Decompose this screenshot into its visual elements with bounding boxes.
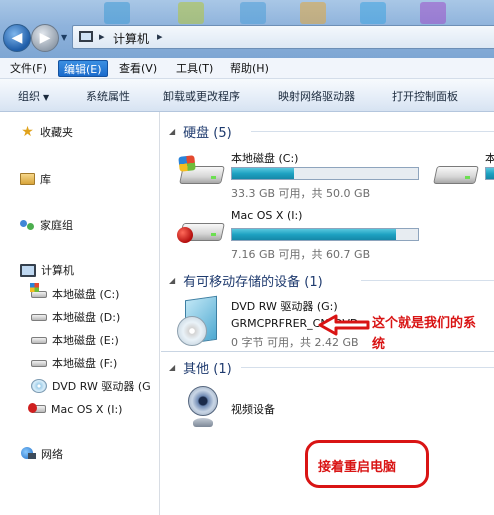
nav-drive-f[interactable]: 本地磁盘 (F:) bbox=[31, 354, 117, 372]
group-divider bbox=[251, 131, 494, 132]
system-properties-button[interactable]: 系统属性 bbox=[86, 88, 130, 104]
annotation-arrow-icon bbox=[318, 314, 370, 336]
address-box[interactable]: ▸ 计算机 ▸ bbox=[72, 25, 494, 49]
drive-mac-usage-fill bbox=[232, 229, 397, 240]
forward-arrow-icon: ▶ bbox=[39, 30, 51, 46]
nav-favorites[interactable]: ★ 收藏夹 bbox=[20, 123, 73, 141]
map-network-drive-button[interactable]: 映射网络驱动器 bbox=[278, 88, 355, 104]
windows-drive-icon[interactable] bbox=[179, 152, 225, 190]
video-device-name[interactable]: 视频设备 bbox=[231, 401, 275, 417]
drive-c-name[interactable]: 本地磁盘 (C:) bbox=[231, 150, 298, 166]
network-icon bbox=[20, 447, 36, 461]
uninstall-program-button[interactable]: 卸载或更改程序 bbox=[163, 88, 240, 104]
windows-drive-icon bbox=[30, 282, 47, 298]
drive-icon[interactable] bbox=[433, 152, 479, 190]
collapse-triangle-icon[interactable]: ◢ bbox=[169, 276, 175, 285]
nav-network[interactable]: 网络 bbox=[20, 445, 63, 463]
collapse-triangle-icon[interactable]: ◢ bbox=[169, 363, 175, 372]
apple-drive-icon[interactable] bbox=[177, 209, 225, 247]
group-divider bbox=[241, 367, 494, 368]
nav-drive-e[interactable]: 本地磁盘 (E:) bbox=[31, 331, 119, 349]
menu-view[interactable]: 查看(V) bbox=[114, 60, 162, 77]
dvd-space: 0 字节 可用，共 2.42 GB bbox=[231, 336, 359, 349]
nav-drive-d[interactable]: 本地磁盘 (D:) bbox=[31, 308, 120, 326]
drive-mac-name[interactable]: Mac OS X (I:) bbox=[231, 209, 302, 222]
homegroup-icon bbox=[20, 218, 35, 232]
collapse-triangle-icon[interactable]: ◢ bbox=[169, 127, 175, 136]
group-header-other[interactable]: ◢ 其他 (1) bbox=[169, 358, 232, 377]
breadcrumb-separator[interactable]: ▸ bbox=[99, 30, 105, 43]
computer-icon bbox=[20, 263, 36, 277]
group-divider bbox=[361, 280, 494, 281]
annotation-system-note: 这个就是我们的系 统 bbox=[372, 316, 477, 352]
drive-icon bbox=[31, 359, 47, 367]
menu-tools[interactable]: 工具(T) bbox=[171, 60, 218, 77]
open-control-panel-button[interactable]: 打开控制面板 bbox=[392, 88, 458, 104]
drive-icon bbox=[31, 336, 47, 344]
drive-mac-space: 7.16 GB 可用，共 60.7 GB bbox=[231, 248, 371, 261]
drive-icon bbox=[31, 313, 47, 321]
dvd-drive-name[interactable]: DVD RW 驱动器 (G:) bbox=[231, 298, 338, 314]
drive-c-space: 33.3 GB 可用，共 50.0 GB bbox=[231, 187, 371, 200]
library-folder-icon bbox=[20, 173, 35, 185]
nav-drive-c[interactable]: 本地磁盘 (C:) bbox=[30, 282, 119, 303]
history-dropdown-icon[interactable]: ▼ bbox=[61, 33, 67, 42]
back-button[interactable]: ◀ bbox=[3, 24, 31, 52]
webcam-icon[interactable] bbox=[185, 386, 221, 430]
navigation-pane: ★ 收藏夹 库 家庭组 计算机 本地磁盘 (C:) 本地磁盘 (D:) 本地磁盘… bbox=[0, 112, 160, 515]
organize-button[interactable]: 组织 ▼ bbox=[18, 88, 49, 104]
command-bar: 组织 ▼ 系统属性 卸载或更改程序 映射网络驱动器 打开控制面板 bbox=[0, 79, 494, 112]
dvd-drive-icon[interactable] bbox=[177, 295, 221, 348]
nav-homegroup[interactable]: 家庭组 bbox=[20, 216, 73, 234]
star-icon: ★ bbox=[21, 123, 34, 140]
annotation-restart-note: 接着重启电脑 bbox=[318, 460, 397, 475]
background-tile bbox=[300, 2, 326, 24]
back-arrow-icon: ◀ bbox=[11, 30, 23, 46]
nav-libraries[interactable]: 库 bbox=[20, 170, 51, 188]
group-header-hard-disks[interactable]: ◢ 硬盘 (5) bbox=[169, 122, 232, 141]
menu-bar: 文件(F) 编辑(E) 查看(V) 工具(T) 帮助(H) bbox=[0, 58, 494, 79]
dropdown-caret-icon: ▼ bbox=[43, 93, 50, 102]
nav-drive-dvd[interactable]: DVD RW 驱动器 (G bbox=[31, 377, 151, 395]
drive-c-usage-bar bbox=[231, 167, 419, 180]
background-tile bbox=[240, 2, 266, 24]
background-tile bbox=[420, 2, 446, 24]
background-tile bbox=[360, 2, 386, 24]
background-tile bbox=[178, 2, 204, 24]
computer-icon bbox=[79, 31, 93, 42]
menu-edit[interactable]: 编辑(E) bbox=[58, 60, 108, 77]
drive-partial-name[interactable]: 本 bbox=[485, 150, 494, 166]
nav-computer[interactable]: 计算机 bbox=[20, 261, 74, 279]
drive-c-usage-fill bbox=[232, 168, 295, 179]
apple-drive-icon bbox=[28, 403, 46, 413]
forward-button[interactable]: ▶ bbox=[31, 24, 59, 52]
drive-partial-usage-bar bbox=[485, 167, 494, 180]
breadcrumb-computer[interactable]: 计算机 bbox=[113, 30, 149, 47]
menu-file[interactable]: 文件(F) bbox=[5, 60, 52, 77]
dvd-icon bbox=[31, 379, 47, 393]
background-tile bbox=[104, 2, 130, 24]
address-bar: ◀ ▶ ▼ ▸ 计算机 ▸ bbox=[0, 0, 494, 58]
group-header-removable[interactable]: ◢ 有可移动存储的设备 (1) bbox=[169, 271, 323, 290]
nav-drive-mac[interactable]: Mac OS X (I:) bbox=[28, 400, 122, 418]
drive-mac-usage-bar bbox=[231, 228, 419, 241]
breadcrumb-separator[interactable]: ▸ bbox=[157, 30, 163, 43]
menu-help[interactable]: 帮助(H) bbox=[225, 60, 274, 77]
